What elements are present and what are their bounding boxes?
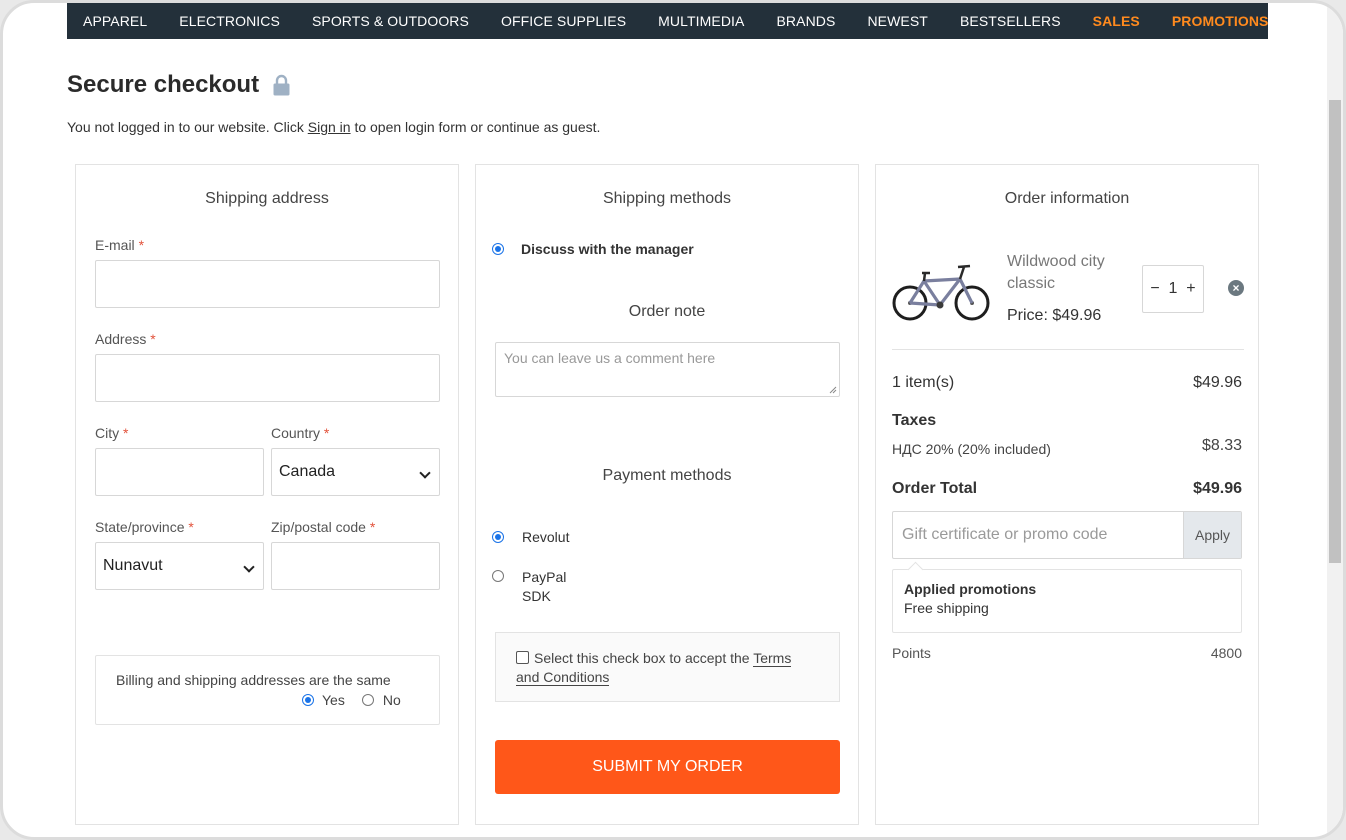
nav-item-apparel[interactable]: APPAREL bbox=[83, 13, 147, 29]
billing-yes-label: Yes bbox=[322, 692, 345, 708]
order-note-textarea[interactable]: You can leave us a comment here bbox=[495, 342, 840, 397]
terms-link[interactable]: Terms bbox=[753, 650, 792, 667]
points-label: Points bbox=[892, 645, 931, 661]
conditions-link[interactable]: and Conditions bbox=[516, 669, 610, 686]
apply-promo-button[interactable]: Apply bbox=[1183, 512, 1241, 558]
order-note-title: Order note bbox=[628, 303, 706, 320]
order-total-row: Order Total $49.96 bbox=[892, 480, 1242, 498]
zip-label: Zip/postal code * bbox=[271, 519, 376, 535]
payment-revolut-label: Revolut bbox=[522, 529, 570, 545]
tax-row: НДС 20% (20% included) $8.33 bbox=[892, 437, 1242, 457]
scrollbar-thumb[interactable] bbox=[1329, 100, 1341, 563]
shipping-address-panel: Shipping address E-mail * Address * City… bbox=[75, 164, 459, 825]
points-value: 4800 bbox=[1210, 645, 1242, 661]
quantity-stepper: − 1 + bbox=[1142, 265, 1204, 313]
close-circle-icon[interactable]: × bbox=[1228, 280, 1244, 296]
nav-item-sales[interactable]: SALES bbox=[1093, 13, 1140, 29]
product-price: Price: $49.96 bbox=[1007, 307, 1102, 324]
state-label: State/province * bbox=[95, 519, 194, 535]
shipping-option-label: Discuss with the manager bbox=[521, 241, 694, 257]
promo-code-input[interactable]: Gift certificate or promo code bbox=[893, 512, 1183, 558]
submit-order-button[interactable]: SUBMIT MY ORDER bbox=[495, 740, 840, 794]
nav-item-promotions[interactable]: PROMOTIONS bbox=[1172, 13, 1269, 29]
payment-option-paypal: PayPal SDK bbox=[492, 568, 566, 606]
payment-revolut-radio[interactable] bbox=[492, 531, 504, 543]
quantity-value[interactable]: 1 bbox=[1169, 280, 1178, 298]
page-title-text: Secure checkout bbox=[67, 71, 260, 98]
billing-same-text: Billing and shipping addresses are the s… bbox=[116, 672, 391, 688]
applied-promotion-item: Free shipping bbox=[904, 600, 989, 616]
nav-item-multimedia[interactable]: MULTIMEDIA bbox=[658, 13, 744, 29]
items-label: 1 item(s) bbox=[892, 374, 955, 391]
order-information-panel: Order information Wildwood city classic P… bbox=[875, 164, 1259, 825]
email-label: E-mail * bbox=[95, 237, 145, 253]
address-label: Address * bbox=[95, 331, 156, 347]
payment-methods-title: Payment methods bbox=[602, 467, 732, 484]
sign-in-link[interactable]: Sign in bbox=[308, 119, 351, 135]
billing-no-label: No bbox=[382, 692, 401, 708]
shipping-methods-title: Shipping methods bbox=[602, 190, 732, 207]
state-select[interactable]: Nunavut bbox=[95, 542, 264, 590]
shipping-methods-panel: Shipping methods Discuss with the manage… bbox=[475, 164, 859, 825]
terms-box: Select this check box to accept the Term… bbox=[495, 632, 840, 702]
terms-text: Select this check box to accept the bbox=[534, 650, 754, 666]
nav-item-office-supplies[interactable]: OFFICE SUPPLIES bbox=[501, 13, 626, 29]
notice-text-before: You not logged in to our website. Click bbox=[67, 119, 308, 135]
shipping-option-radio[interactable] bbox=[492, 243, 504, 255]
nav-item-bestsellers[interactable]: BESTSELLERS bbox=[960, 13, 1061, 29]
taxes-title: Taxes bbox=[892, 412, 937, 429]
login-notice: You not logged in to our website. Click … bbox=[67, 119, 600, 135]
browser-viewport: APPAREL ELECTRONICS SPORTS & OUTDOORS OF… bbox=[0, 0, 1346, 840]
billing-same-box: Billing and shipping addresses are the s… bbox=[95, 655, 440, 725]
lock-icon bbox=[273, 74, 290, 96]
order-information-title: Order information bbox=[1004, 190, 1130, 207]
nav-item-brands[interactable]: BRANDS bbox=[776, 13, 835, 29]
billing-yes-radio[interactable] bbox=[302, 694, 314, 706]
shipping-address-title: Shipping address bbox=[205, 190, 329, 207]
order-total-value: $49.96 bbox=[1193, 480, 1242, 497]
applied-promotions-title: Applied promotions bbox=[904, 581, 1037, 597]
country-label: Country * bbox=[271, 425, 330, 441]
state-select-value: Nunavut bbox=[103, 557, 163, 574]
city-label: City * bbox=[95, 425, 129, 441]
city-field[interactable] bbox=[95, 448, 264, 496]
points-row: Points 4800 bbox=[892, 645, 1242, 661]
address-field[interactable] bbox=[95, 354, 440, 402]
divider bbox=[892, 349, 1244, 350]
country-select[interactable]: Canada bbox=[271, 448, 440, 496]
quantity-decrease-button[interactable]: − bbox=[1150, 280, 1159, 298]
tax-value: $8.33 bbox=[1201, 437, 1242, 454]
country-select-value: Canada bbox=[279, 463, 336, 480]
items-row: 1 item(s) $49.96 bbox=[892, 374, 1242, 392]
nav-item-electronics[interactable]: ELECTRONICS bbox=[179, 13, 280, 29]
shipping-option: Discuss with the manager bbox=[492, 241, 694, 257]
billing-same-options: Yes No bbox=[302, 692, 401, 708]
page-title: Secure checkout bbox=[67, 71, 290, 99]
order-total-label: Order Total bbox=[892, 480, 978, 497]
order-note-placeholder: You can leave us a comment here bbox=[504, 350, 716, 366]
bicycle-image bbox=[892, 257, 990, 328]
payment-paypal-label: PayPal SDK bbox=[522, 569, 567, 604]
chevron-down-icon bbox=[243, 561, 255, 573]
page-scrollbar[interactable] bbox=[1327, 3, 1343, 837]
top-navigation: APPAREL ELECTRONICS SPORTS & OUTDOORS OF… bbox=[67, 3, 1268, 39]
quantity-increase-button[interactable]: + bbox=[1186, 280, 1195, 298]
payment-option-revolut: Revolut bbox=[492, 529, 569, 545]
zip-field[interactable] bbox=[271, 542, 440, 590]
notice-text-after: to open login form or continue as guest. bbox=[350, 119, 601, 135]
terms-checkbox[interactable] bbox=[516, 651, 529, 664]
nav-item-sports-outdoors[interactable]: SPORTS & OUTDOORS bbox=[312, 13, 469, 29]
resize-handle-icon[interactable] bbox=[829, 386, 837, 394]
items-value: $49.96 bbox=[1193, 374, 1242, 391]
email-field[interactable] bbox=[95, 260, 440, 308]
tax-label: НДС 20% (20% included) bbox=[892, 441, 1051, 457]
product-name[interactable]: Wildwood city classic bbox=[1007, 251, 1105, 295]
chevron-down-icon bbox=[419, 467, 431, 479]
nav-item-newest[interactable]: NEWEST bbox=[867, 13, 928, 29]
applied-promotions-box: Applied promotions Free shipping bbox=[892, 569, 1242, 633]
billing-no-radio[interactable] bbox=[361, 694, 374, 706]
payment-paypal-radio[interactable] bbox=[492, 570, 504, 582]
promo-code-group: Gift certificate or promo code Apply bbox=[892, 511, 1242, 559]
